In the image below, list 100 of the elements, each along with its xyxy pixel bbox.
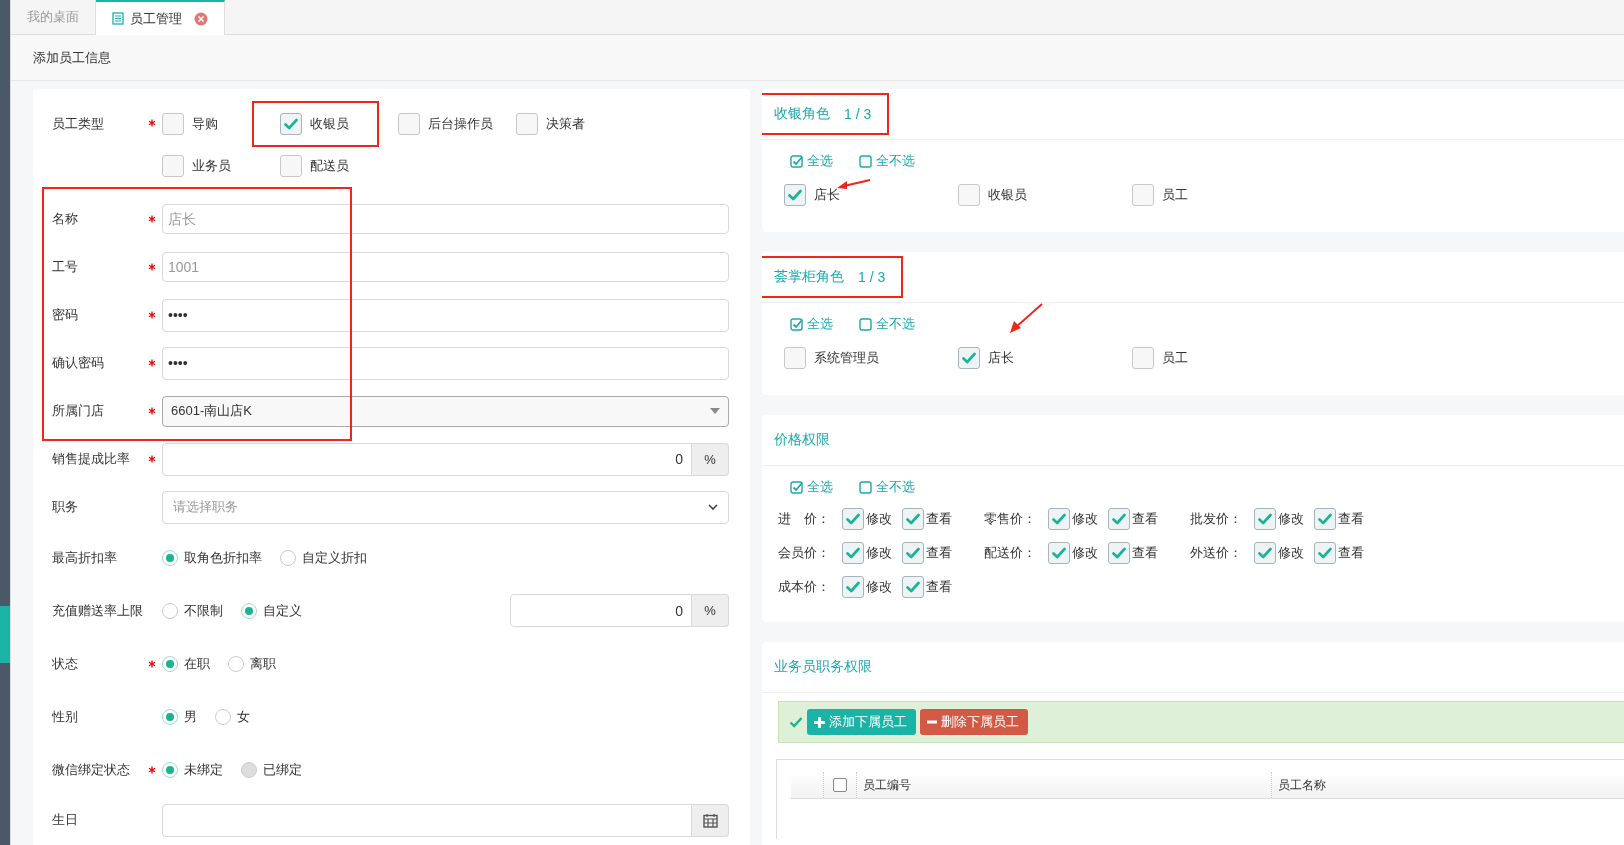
radio-label: 男 [184,707,197,726]
checkbox-label: 收银员 [988,186,1027,204]
column-header[interactable]: 员工名称 [1271,772,1624,798]
selection-count: 1 / 3 [844,106,872,122]
checkbox[interactable] [833,778,847,792]
checkbox[interactable] [842,508,864,530]
select-none-link[interactable]: 全不选 [859,152,915,170]
check-icon [906,581,920,593]
checkbox[interactable] [902,576,924,598]
checkbox[interactable] [1048,542,1070,564]
checkbox[interactable] [784,347,806,369]
select-all-link[interactable]: 全选 [790,478,833,496]
text-field[interactable]: 店长 [162,204,729,234]
checkbox[interactable] [958,184,980,206]
checkbox[interactable] [1132,347,1154,369]
store-select[interactable]: 6601-南山店K [162,395,729,427]
field-label: 微信绑定状态 [52,760,131,779]
radio-button[interactable] [162,708,178,725]
column-header[interactable]: 员工编号 [856,772,1271,798]
checkbox[interactable] [1108,508,1130,530]
checkbox-label: 修改 [866,578,892,596]
checkbox[interactable] [842,542,864,564]
checkbox[interactable] [1314,542,1336,564]
check-icon [788,189,802,201]
delete-button[interactable]: 删除下属员工 [920,709,1028,735]
price-label: 零售价： [984,510,1037,528]
radio-label: 自定义折扣 [302,548,367,567]
checkbox-label: 导购 [192,115,218,133]
check-icon [1318,513,1332,525]
sidebar-toggle[interactable] [0,606,10,663]
checkbox[interactable] [162,155,184,177]
check-icon [846,547,860,559]
unit-addon: % [692,594,729,627]
checked-square-icon [790,154,803,168]
radio-button[interactable] [280,549,296,566]
checkbox-label: 修改 [1278,510,1304,528]
list-icon [112,12,124,25]
price-label: 外送价： [1190,544,1243,562]
checkbox[interactable] [902,542,924,564]
check-icon [1052,547,1066,559]
radio-button[interactable] [162,761,178,778]
checkbox[interactable] [1254,542,1276,564]
calendar-icon[interactable] [692,803,729,837]
password-field[interactable]: •••• [162,346,729,380]
radio-button[interactable] [241,602,257,619]
checkbox[interactable] [1108,542,1130,564]
checkbox[interactable] [162,113,184,135]
checkbox-label: 查看 [926,510,952,528]
caret-icon [710,408,720,414]
position-dropdown[interactable]: 请选择职务 [162,490,729,524]
minus-icon [927,720,937,724]
checkbox[interactable] [516,113,538,135]
select-all-link[interactable]: 全选 [790,152,833,170]
radio-button[interactable] [228,655,244,672]
close-icon[interactable] [194,11,208,26]
checkbox[interactable] [1314,508,1336,530]
check-icon [1318,547,1332,559]
checkbox-label: 查看 [1132,544,1158,562]
checkbox-label: 查看 [1132,510,1158,528]
text-field[interactable]: 1001 [162,252,729,282]
checkbox[interactable] [784,184,806,206]
field-label: 生日 [52,811,79,829]
chevron-icon [708,503,718,511]
select-all-link[interactable]: 全选 [790,315,833,333]
check-icon [789,716,803,728]
number-field[interactable]: 0 [510,594,692,627]
radio-button[interactable] [215,708,231,725]
price-label: 进 价： [778,510,831,528]
checkbox[interactable] [398,113,420,135]
password-field[interactable]: •••• [162,298,729,332]
checkbox[interactable] [842,576,864,598]
checkbox[interactable] [280,155,302,177]
select-none-link[interactable]: 全不选 [859,478,915,496]
checkbox-label: 收银员 [310,115,349,133]
check-icon [1112,547,1126,559]
add-button[interactable]: 添加下属员工 [807,709,916,735]
date-field[interactable] [162,803,692,837]
checkbox[interactable] [1048,508,1070,530]
checkbox-label: 业务员 [192,157,231,175]
number-field[interactable]: 0 [162,442,692,476]
radio-label: 不限制 [184,601,223,620]
radio-button[interactable] [162,655,178,672]
field-label: 最高折扣率 [52,548,118,567]
radio-button[interactable] [162,602,178,619]
select-none-link[interactable]: 全不选 [859,315,915,333]
radio-label: 取角色折扣率 [184,548,262,567]
checkbox[interactable] [1132,184,1154,206]
checkbox[interactable] [280,113,302,135]
field-label: 充值赠送率上限 [52,601,144,620]
checkbox[interactable] [1254,508,1276,530]
checkbox-label: 查看 [926,578,952,596]
checkbox[interactable] [958,347,980,369]
radio-button[interactable] [162,549,178,566]
price-label: 成本价： [778,578,831,596]
checkbox-label: 员工 [1162,349,1188,367]
checkbox[interactable] [902,508,924,530]
checkbox-label: 查看 [926,544,952,562]
checkbox-label: 查看 [1338,544,1364,562]
radio-label: 已绑定 [263,760,302,779]
tab[interactable]: 员工管理 [96,0,225,35]
